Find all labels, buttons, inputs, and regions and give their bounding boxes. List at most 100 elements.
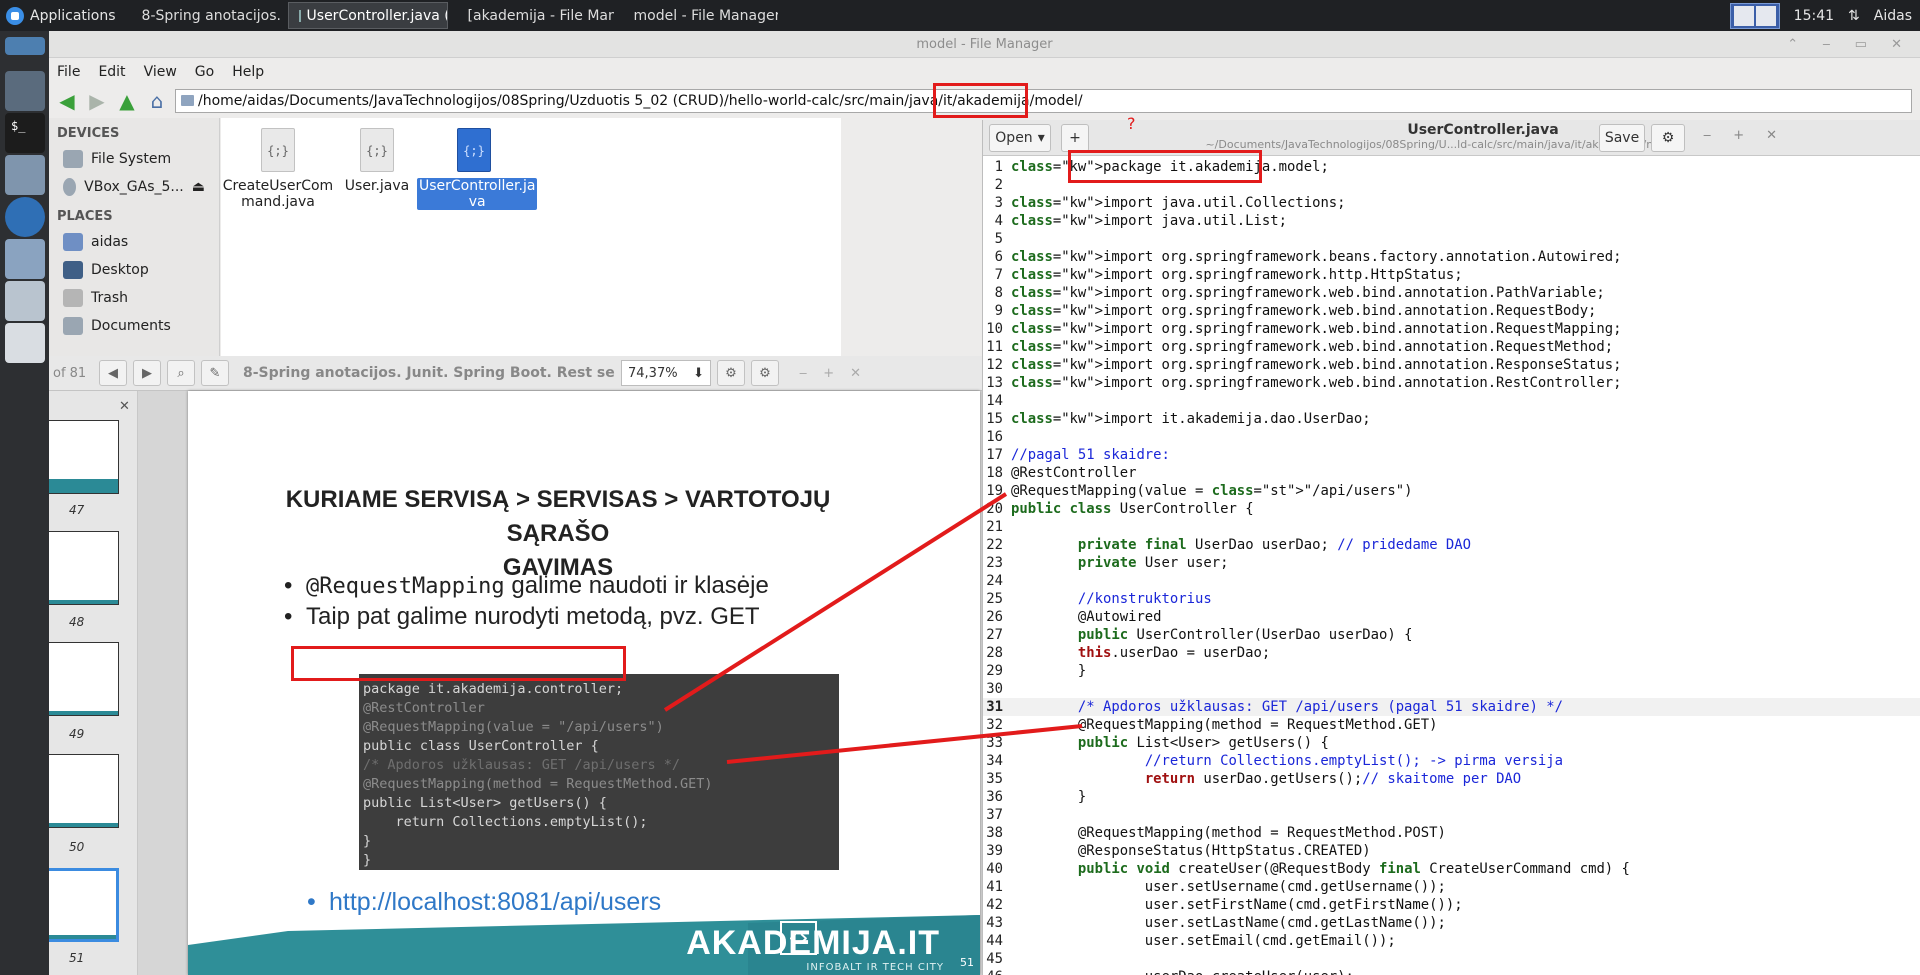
path-field[interactable]: /home/aidas/Documents/JavaTechnologijos/… [175,89,1912,113]
code-line[interactable]: 45 [983,950,1920,968]
show-desktop-icon[interactable] [5,37,45,55]
window-controls[interactable]: ‒+✕ [1703,128,1799,143]
network-icon[interactable]: ⇅ [1848,8,1860,24]
code-line[interactable]: 20 public class UserController { [983,500,1920,518]
desktop-icon[interactable] [5,71,45,111]
code-line[interactable]: 30 [983,680,1920,698]
file-item[interactable]: {;} CreateUserCom mand.java [221,128,335,210]
up-arrow-icon[interactable]: ▲ [115,89,139,113]
code-line[interactable]: 12 class="kw">import org.springframework.… [983,356,1920,374]
workspace-1-icon[interactable] [1733,5,1754,26]
code-line[interactable]: 14 [983,392,1920,410]
code-line[interactable]: 32 @RequestMapping(method = RequestMetho… [983,716,1920,734]
code-line[interactable]: 33 public List<User> getUsers() { [983,734,1920,752]
code-line[interactable]: 29 } [983,662,1920,680]
menu-file[interactable]: File [57,64,80,80]
code-line[interactable]: 13 class="kw">import org.springframework.… [983,374,1920,392]
gear-icon[interactable]: ⚙ [1651,124,1685,152]
code-line[interactable]: 11 class="kw">import org.springframework.… [983,338,1920,356]
task-text-editor[interactable]: UserController.java (~/... [287,2,448,29]
sidebar-item-documents[interactable]: Documents [49,312,219,340]
window-controls[interactable]: ⌃ ‒ ▭ ✕ [1787,31,1912,58]
sidebar-item-home[interactable]: aidas [49,228,219,256]
thumbnail-page[interactable] [49,531,119,605]
code-line[interactable]: 34 //return Collections.emptyList(); -> … [983,752,1920,770]
settings-icon[interactable] [5,323,45,363]
user-menu[interactable]: Aidas [1874,8,1912,24]
back-arrow-icon[interactable]: ◀ [55,89,79,113]
code-line[interactable]: 26 @Autowired [983,608,1920,626]
next-page-icon[interactable]: ▶ [133,360,161,386]
code-line[interactable]: 27 public UserController(UserDao userDao… [983,626,1920,644]
code-line[interactable]: 9 class="kw">import org.springframework.w… [983,302,1920,320]
task-file-manager-akademija[interactable]: [akademija - File Mana... [452,2,614,29]
code-line[interactable]: 42 user.setFirstName(cmd.getFirstName())… [983,896,1920,914]
thumbnail-page[interactable] [49,420,119,494]
applications-menu[interactable]: Applications [0,0,126,31]
close-icon[interactable]: ✕ [119,399,130,414]
gear-icon[interactable]: ⚙ [717,360,745,386]
workspace-2-icon[interactable] [1755,5,1776,26]
sidebar-item-file-system[interactable]: File System [49,145,219,173]
code-line[interactable]: 28 this.userDao = userDao; [983,644,1920,662]
open-button[interactable]: Open ▾ [989,124,1051,152]
file-manager-icon[interactable] [5,239,45,279]
code-line[interactable]: 25 //konstruktorius [983,590,1920,608]
code-line[interactable]: 18 @RestController [983,464,1920,482]
terminal-icon[interactable]: $_ [5,113,45,153]
code-line[interactable]: 36 } [983,788,1920,806]
thumbnail-page[interactable] [49,754,119,828]
code-line[interactable]: 5 [983,230,1920,248]
home-folder-icon[interactable] [5,155,45,195]
previous-page-icon[interactable]: ◀ [99,360,127,386]
file-manager-titlebar[interactable]: model - File Manager ⌃ ‒ ▭ ✕ [49,31,1920,58]
code-line[interactable]: 22 private final UserDao userDao; // pri… [983,536,1920,554]
code-line[interactable]: 24 [983,572,1920,590]
task-pdf-viewer[interactable]: 8-Spring anotacijos. Jun... [126,2,284,29]
trash-icon[interactable] [5,281,45,321]
slide-link[interactable]: http://localhost:8081/api/users [307,888,661,917]
code-line[interactable]: 16 [983,428,1920,446]
eject-icon[interactable]: ⏏ [192,179,205,195]
code-line[interactable]: 41 user.setUsername(cmd.getUsername()); [983,878,1920,896]
menu-go[interactable]: Go [195,64,214,80]
code-line[interactable]: 39 @ResponseStatus(HttpStatus.CREATED) [983,842,1920,860]
workspace-switcher[interactable] [1729,2,1780,29]
save-button[interactable]: Save [1599,124,1645,152]
code-line[interactable]: 15 class="kw">import it.akademija.dao.Use… [983,410,1920,428]
task-file-manager-model[interactable]: model - File Manager [618,2,778,29]
zoom-select[interactable]: 74,37% ⬇ [621,360,711,386]
code-line[interactable]: 37 [983,806,1920,824]
code-line[interactable]: 3 class="kw">import java.util.Collections… [983,194,1920,212]
forward-arrow-icon[interactable]: ▶ [85,89,109,113]
code-line[interactable]: 35 return userDao.getUsers();// skaitome… [983,770,1920,788]
code-line[interactable]: 4 class="kw">import java.util.List; [983,212,1920,230]
code-line[interactable]: 6 class="kw">import org.springframework.b… [983,248,1920,266]
home-icon[interactable]: ⌂ [145,89,169,113]
web-browser-icon[interactable] [5,197,45,237]
file-item-selected[interactable]: {;} UserController.ja va [417,128,538,210]
code-line[interactable]: 43 user.setLastName(cmd.getLastName()); [983,914,1920,932]
menu-help[interactable]: Help [232,64,264,80]
annotate-icon[interactable]: ✎ [201,360,229,386]
sidebar-item-vbox[interactable]: VBox_GAs_5... ⏏ [49,173,219,201]
code-line[interactable]: 8 class="kw">import org.springframework.w… [983,284,1920,302]
code-line[interactable]: 46 userDao.createUser(user); [983,968,1920,975]
code-line[interactable]: 23 private User user; [983,554,1920,572]
search-icon[interactable]: ⌕ [167,360,195,386]
window-controls[interactable]: ‒+✕ [799,366,877,381]
code-line[interactable]: 19 @RequestMapping(value = class="st">"/a… [983,482,1920,500]
code-editor[interactable]: 1 class="kw">package it.akademija.model; 2… [983,158,1920,975]
menu-gear-icon[interactable]: ⚙ [751,360,779,386]
code-line[interactable]: 10 class="kw">import org.springframework.… [983,320,1920,338]
menu-edit[interactable]: Edit [98,64,125,80]
code-line[interactable]: 21 [983,518,1920,536]
code-line[interactable]: 44 user.setEmail(cmd.getEmail()); [983,932,1920,950]
menu-view[interactable]: View [144,64,177,80]
code-line[interactable]: 7 class="kw">import org.springframework.h… [983,266,1920,284]
sidebar-item-desktop[interactable]: Desktop [49,256,219,284]
sidebar-item-trash[interactable]: Trash [49,284,219,312]
clock[interactable]: 15:41 [1794,8,1834,24]
code-line[interactable]: 17 //pagal 51 skaidre: [983,446,1920,464]
code-line[interactable]: 31 /* Apdoros užklausas: GET /api/users … [983,698,1920,716]
